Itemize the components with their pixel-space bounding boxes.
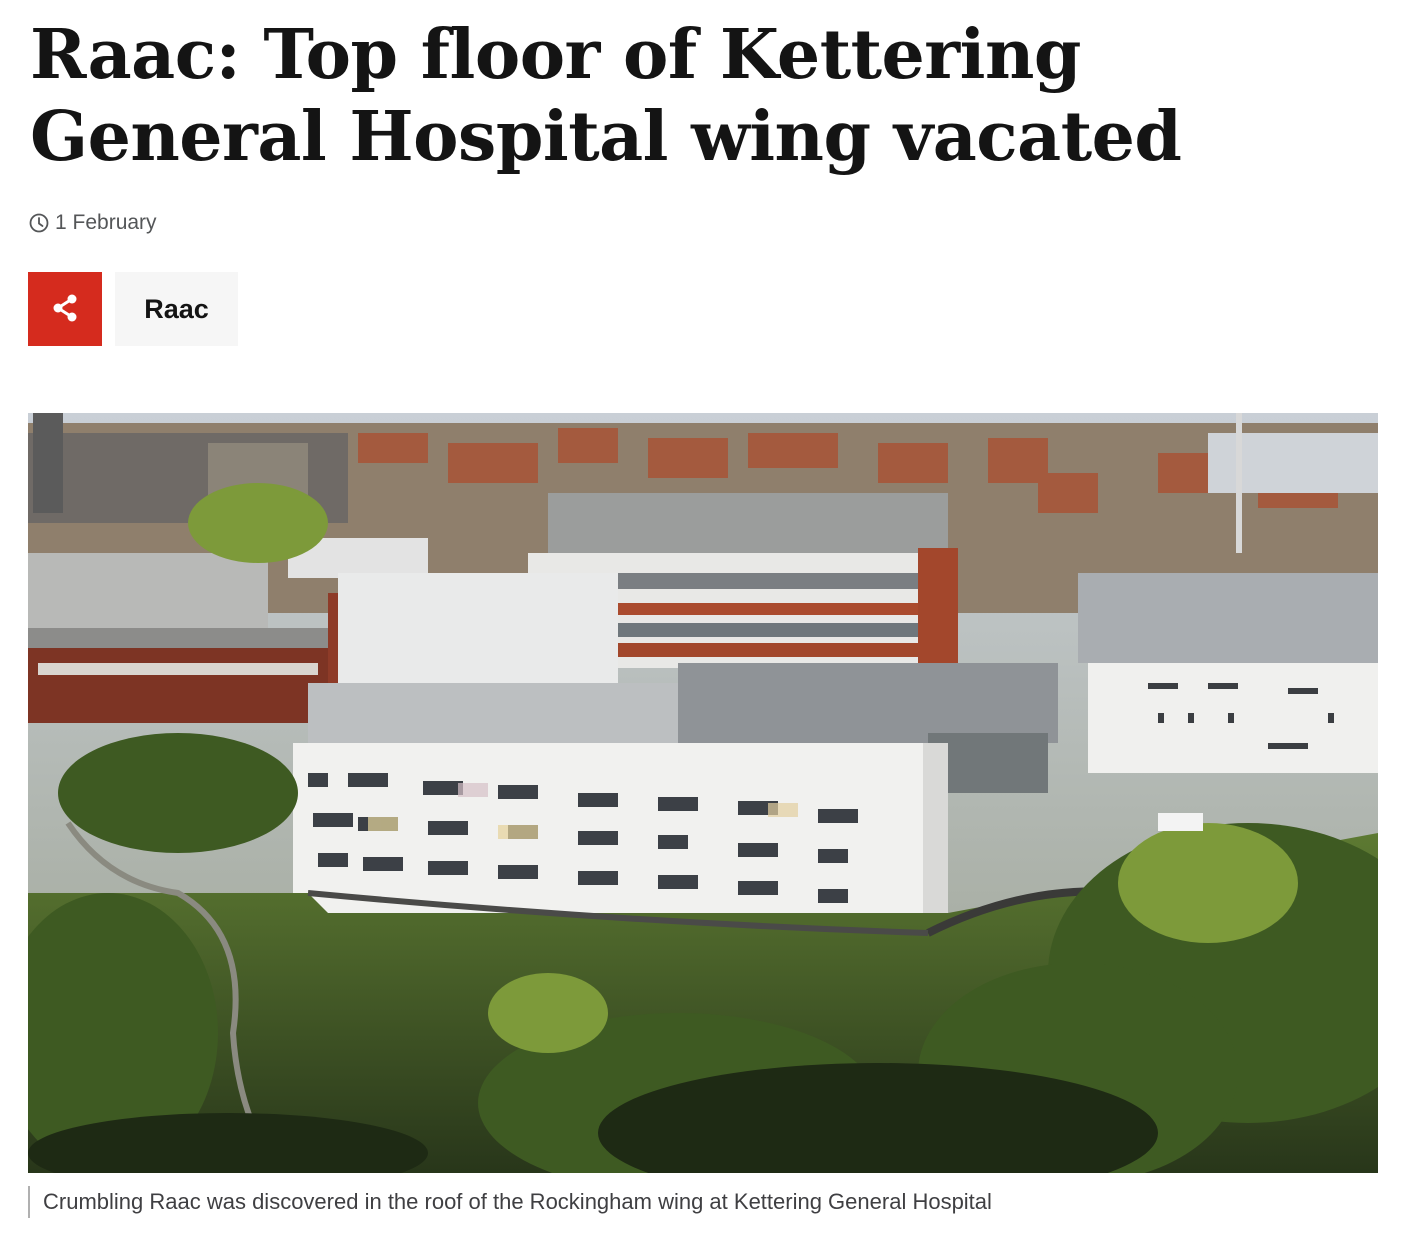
share-button[interactable]: [28, 272, 102, 346]
article-timestamp: 1 February: [29, 210, 157, 236]
article-date: 1 February: [55, 211, 157, 234]
topic-tag-raac[interactable]: Raac: [115, 272, 238, 346]
hospital-aerial-photo: [28, 413, 1378, 1173]
share-icon: [50, 293, 80, 326]
hero-image: [28, 413, 1378, 1173]
clock-icon: [29, 213, 49, 233]
image-caption: Crumbling Raac was discovered in the roo…: [28, 1186, 992, 1218]
article-headline: Raac: Top floor of Kettering General Hos…: [30, 15, 1182, 177]
